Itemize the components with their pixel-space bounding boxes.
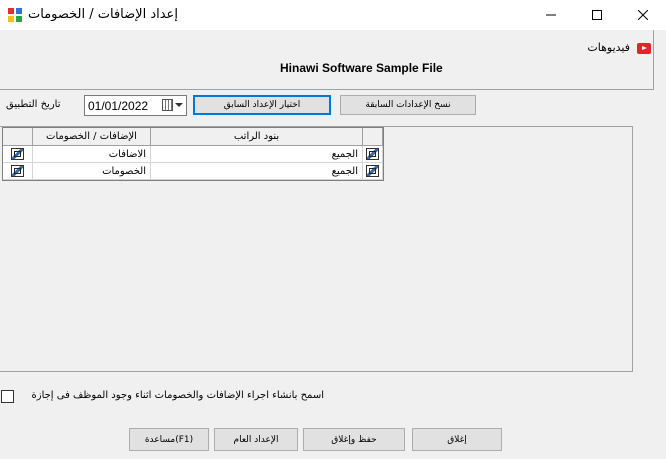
app-icon: [8, 8, 22, 22]
chevron-down-icon[interactable]: [175, 103, 183, 107]
row-select-cell[interactable]: [363, 146, 383, 162]
grid-header: الإضافات / الخصومات بنود الراتب: [3, 128, 383, 146]
title-bar: إعداد الإضافات / الخصومات: [0, 0, 666, 30]
edit-row-icon[interactable]: [11, 165, 24, 177]
row-edit-cell[interactable]: [3, 146, 33, 162]
maximize-button[interactable]: [574, 0, 620, 30]
close-icon: [638, 10, 648, 20]
table-row[interactable]: الاضافات الجميع: [3, 146, 383, 163]
calendar-icon[interactable]: [162, 99, 173, 111]
video-icon[interactable]: [637, 43, 651, 54]
row-type-cell[interactable]: الاضافات: [33, 146, 151, 162]
edit-row-icon[interactable]: [11, 148, 24, 160]
header-panel: [0, 30, 654, 90]
company-title: Hinawi Software Sample File: [280, 61, 443, 75]
settings-grid[interactable]: الإضافات / الخصومات بنود الراتب الاضافات…: [2, 127, 384, 181]
header-blank-left: [3, 128, 33, 145]
help-button[interactable]: (F1)مساعدة: [129, 428, 209, 451]
date-picker[interactable]: 01/01/2022: [84, 95, 187, 116]
row-select-cell[interactable]: [363, 163, 383, 179]
row-type-cell[interactable]: الخصومات: [33, 163, 151, 179]
column-header-type[interactable]: الإضافات / الخصومات: [33, 128, 151, 145]
choose-previous-button[interactable]: اختيار الإعداد السابق: [193, 95, 331, 115]
general-settings-button[interactable]: الإعداد العام: [214, 428, 298, 451]
minimize-icon: [546, 14, 556, 16]
minimize-button[interactable]: [528, 0, 574, 30]
header-blank-right: [363, 128, 383, 145]
allow-during-leave-checkbox[interactable]: [1, 390, 14, 403]
row-item-cell[interactable]: الجميع: [151, 146, 363, 162]
date-value[interactable]: 01/01/2022: [88, 99, 148, 113]
table-row[interactable]: الخصومات الجميع: [3, 163, 383, 180]
maximize-icon: [592, 10, 602, 20]
videos-link[interactable]: فيديوهات: [587, 41, 630, 54]
vertical-scrollbar[interactable]: [654, 30, 666, 459]
copy-previous-button[interactable]: نسخ الإعدادات السابقة: [340, 95, 476, 115]
save-close-button[interactable]: حفظ وإغلاق: [303, 428, 405, 451]
window-title: إعداد الإضافات / الخصومات: [28, 7, 178, 22]
select-item-icon[interactable]: [366, 148, 379, 160]
close-button[interactable]: [620, 0, 666, 30]
date-label: تاريخ التطبيق: [6, 99, 61, 110]
column-header-item[interactable]: بنود الراتب: [151, 128, 363, 145]
row-edit-cell[interactable]: [3, 163, 33, 179]
close-form-button[interactable]: إغلاق: [412, 428, 502, 451]
row-item-cell[interactable]: الجميع: [151, 163, 363, 179]
allow-during-leave-label: اسمح بانشاء اجراء الإضافات والخصومات اثن…: [31, 390, 325, 401]
select-item-icon[interactable]: [366, 165, 379, 177]
